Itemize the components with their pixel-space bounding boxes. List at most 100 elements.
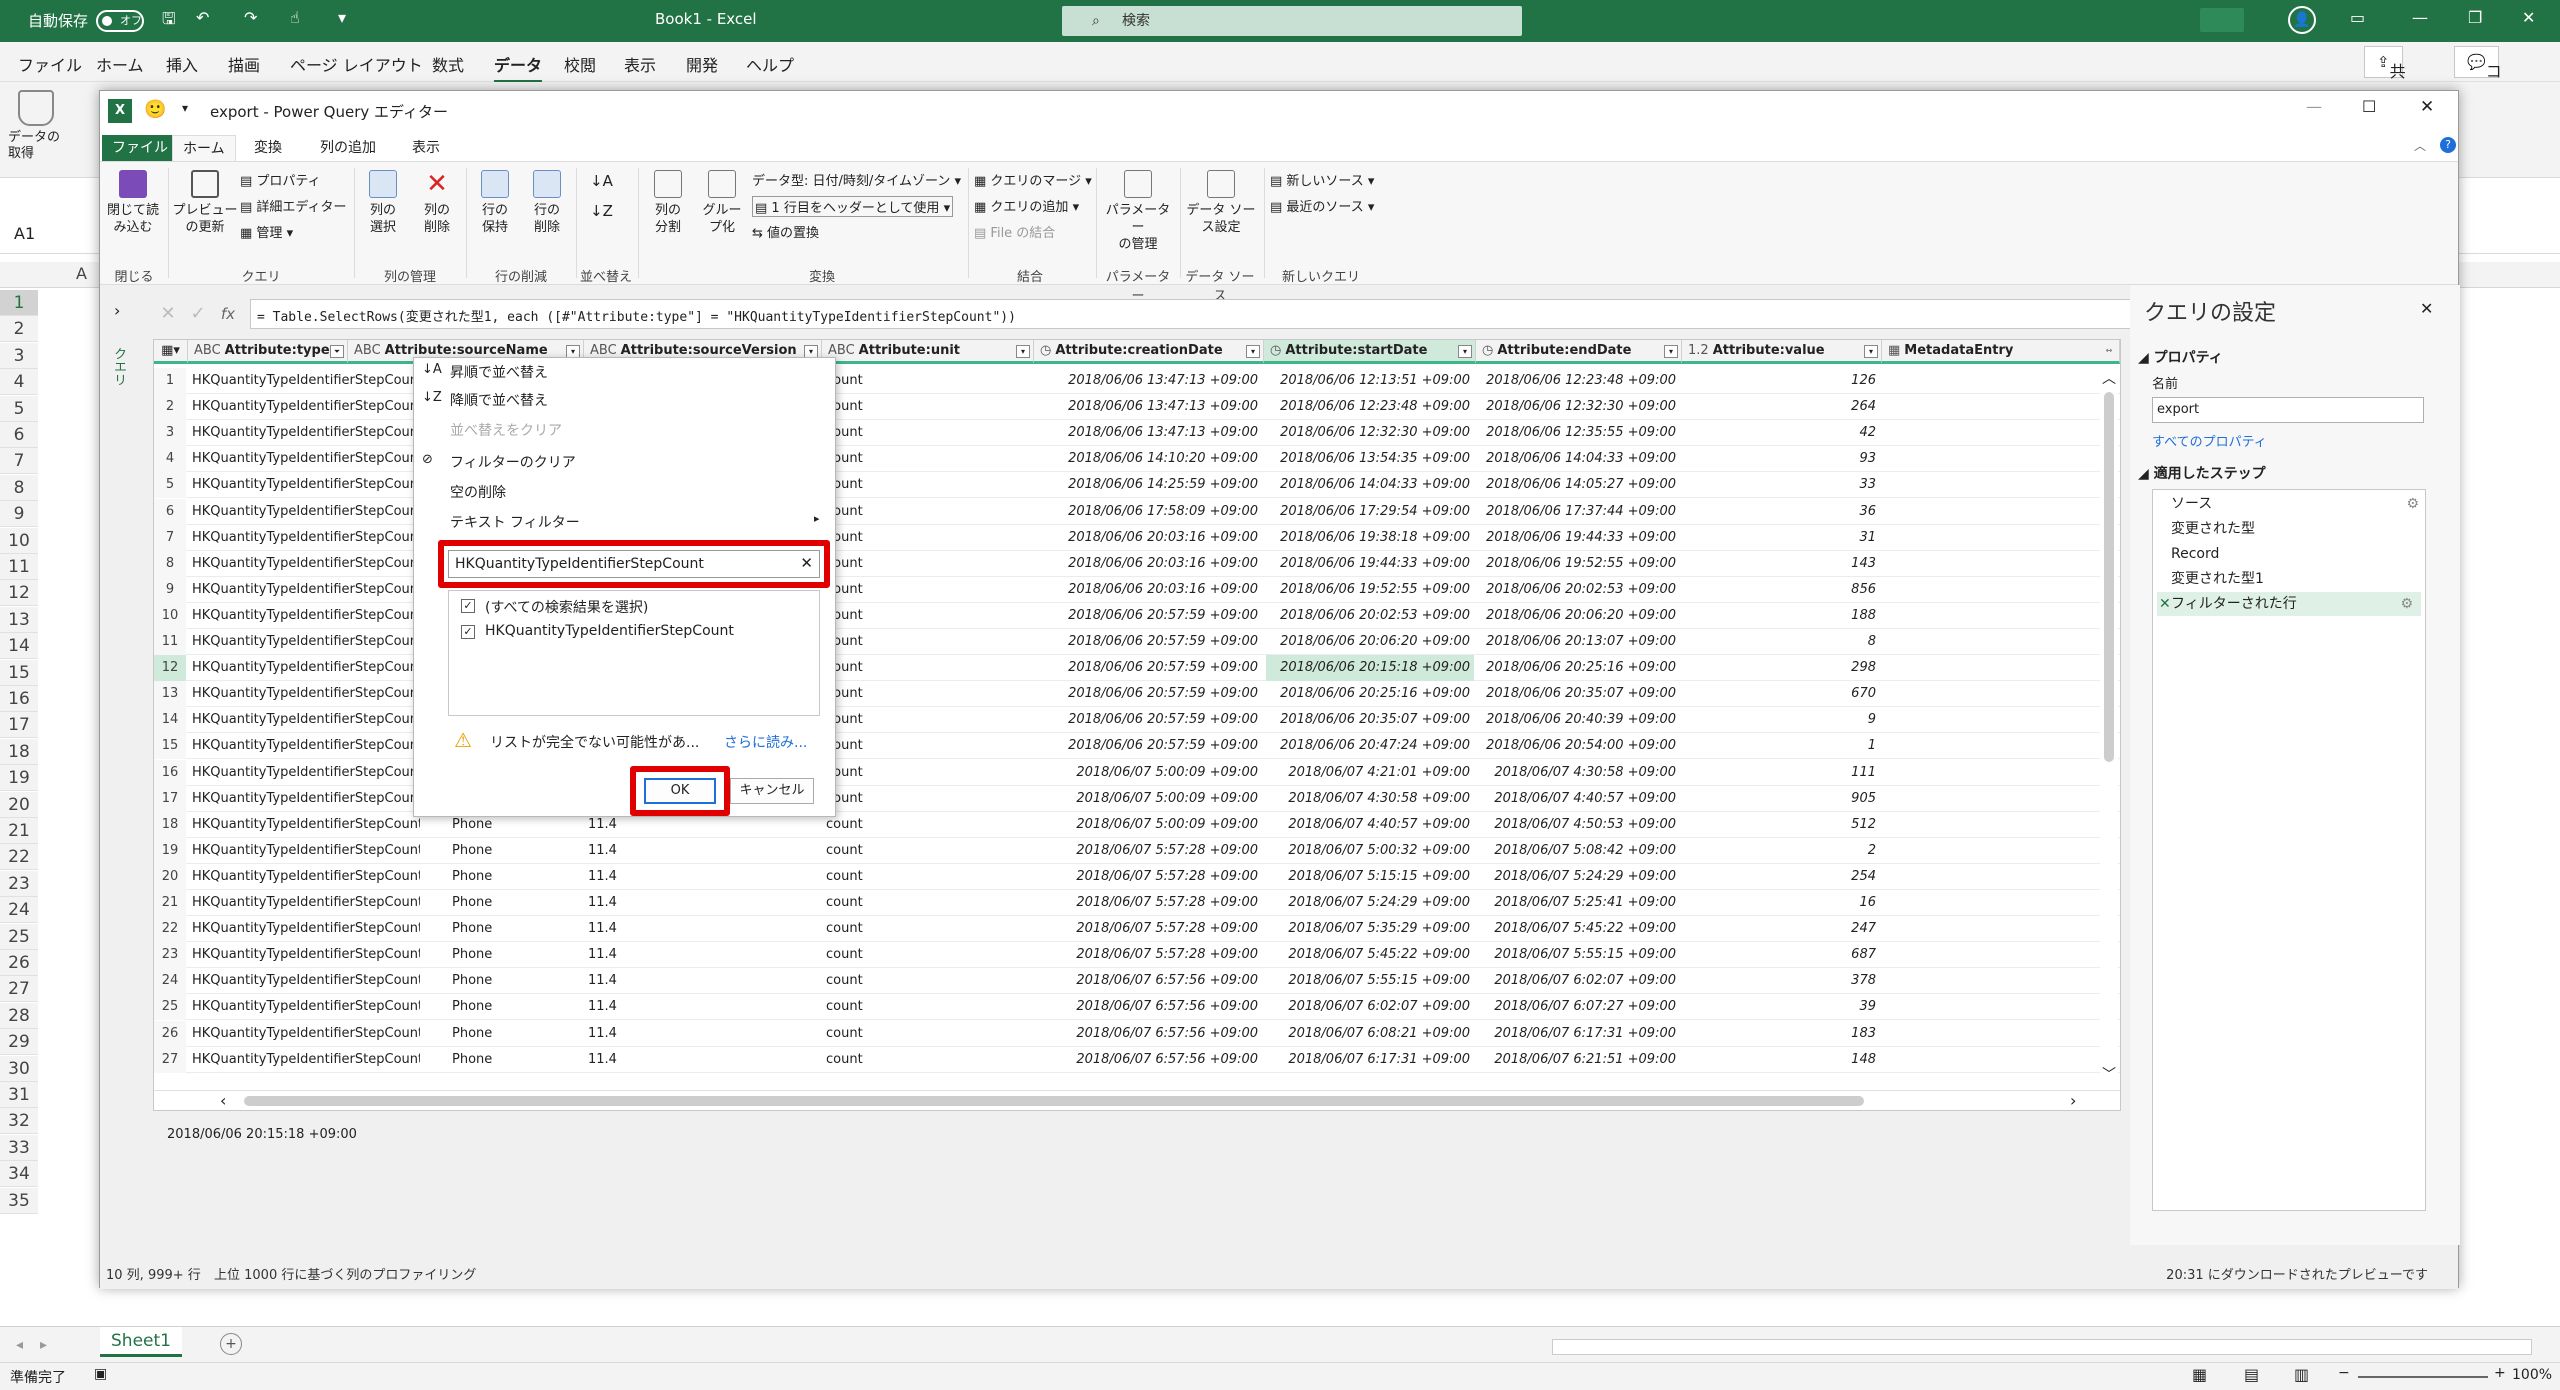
- cell-creation-date[interactable]: 2018/06/07 5:00:09 +09:00: [1036, 786, 1262, 812]
- cell-end-date[interactable]: 2018/06/07 6:07:27 +09:00: [1478, 994, 1680, 1020]
- customize-qat-icon[interactable]: ▾: [338, 8, 346, 27]
- tab-home[interactable]: ホーム: [172, 135, 236, 161]
- row-number[interactable]: 19: [154, 837, 186, 864]
- row-header[interactable]: 1: [0, 290, 38, 316]
- smiley-feedback-icon[interactable]: 🙂: [144, 99, 166, 120]
- group-by-button[interactable]: グルー プ化: [696, 170, 748, 236]
- cell-end-date[interactable]: 2018/06/06 20:25:16 +09:00: [1478, 655, 1680, 681]
- menu-review[interactable]: 校閲: [564, 52, 596, 76]
- cell-end-date[interactable]: 2018/06/06 14:05:27 +09:00: [1478, 472, 1680, 498]
- cell-value[interactable]: 905: [1684, 786, 1880, 812]
- cell-source-version[interactable]: 11.4: [586, 968, 816, 994]
- cell-start-date[interactable]: 2018/06/06 20:25:16 +09:00: [1266, 681, 1474, 707]
- cell-source-name[interactable]: Phone: [450, 1021, 580, 1047]
- first-row-header-button[interactable]: ▤ 1 行目をヘッダーとして使用 ▾: [752, 196, 954, 217]
- table-horizontal-scrollbar[interactable]: ‹ ›: [154, 1090, 2120, 1110]
- keep-rows-button[interactable]: 行の 保持: [470, 170, 520, 236]
- get-data-button[interactable]: データの 取得: [8, 130, 60, 162]
- row-number[interactable]: 12: [154, 655, 186, 682]
- cell-type[interactable]: HKQuantityTypeIdentifierStepCount: [190, 994, 420, 1020]
- cell-creation-date[interactable]: 2018/06/07 6:57:56 +09:00: [1036, 968, 1262, 994]
- properties-button[interactable]: ▤ プロパティ: [240, 170, 321, 189]
- row-number[interactable]: 2: [154, 394, 186, 421]
- split-column-button[interactable]: 列の 分割: [642, 170, 694, 236]
- cell-end-date[interactable]: 2018/06/06 19:44:33 +09:00: [1478, 525, 1680, 551]
- column-filter-dropdown-icon[interactable]: ▾: [1458, 345, 1472, 358]
- cancel-button[interactable]: キャンセル: [730, 778, 814, 804]
- h-scroll-thumb[interactable]: [244, 1096, 1864, 1106]
- cell-source-version[interactable]: 11.4: [586, 942, 816, 968]
- row-header[interactable]: 34: [0, 1161, 38, 1188]
- row-header[interactable]: 29: [0, 1029, 38, 1056]
- cell-type[interactable]: HKQuantityTypeIdentifierStepCount: [190, 760, 420, 786]
- cell-type[interactable]: HKQuantityTypeIdentifierStepCount: [190, 577, 420, 603]
- cell-end-date[interactable]: 2018/06/07 6:21:51 +09:00: [1478, 1047, 1680, 1073]
- horizontal-scrollbar[interactable]: [1552, 1339, 2532, 1355]
- tab-view[interactable]: 表示: [402, 135, 450, 161]
- menu-home[interactable]: ホーム: [96, 52, 144, 76]
- row-number[interactable]: 22: [154, 916, 186, 943]
- cell-start-date[interactable]: 2018/06/06 19:44:33 +09:00: [1266, 551, 1474, 577]
- cell-value[interactable]: 378: [1684, 968, 1880, 994]
- column-type-icon[interactable]: ◷: [1482, 343, 1493, 358]
- scroll-left-icon[interactable]: ‹: [220, 1091, 226, 1110]
- advanced-editor-button[interactable]: ▤ 詳細エディター: [240, 196, 347, 215]
- sheet-prev-icon[interactable]: ◂: [16, 1337, 23, 1353]
- row-number[interactable]: 1: [154, 368, 186, 394]
- row-header[interactable]: 28: [0, 1002, 38, 1029]
- cell-unit[interactable]: count: [824, 577, 1034, 603]
- cell-value[interactable]: 2: [1684, 838, 1880, 864]
- row-header[interactable]: 10: [0, 527, 38, 554]
- cell-source-name[interactable]: Phone: [450, 890, 580, 916]
- cell-source-name[interactable]: Phone: [450, 838, 580, 864]
- comment-button[interactable]: 💬 コメント: [2454, 46, 2502, 171]
- step-source[interactable]: ソース ⚙: [2167, 492, 2427, 516]
- cell-end-date[interactable]: 2018/06/07 5:08:42 +09:00: [1478, 838, 1680, 864]
- cell-unit[interactable]: count: [824, 968, 1034, 994]
- cell-type[interactable]: HKQuantityTypeIdentifierStepCount: [190, 733, 420, 759]
- zoom-in-icon[interactable]: +: [2494, 1365, 2506, 1381]
- cell-value[interactable]: 264: [1684, 394, 1880, 420]
- cell-value[interactable]: 39: [1684, 994, 1880, 1020]
- column-type-icon[interactable]: 1.2: [1688, 343, 1709, 358]
- table-row[interactable]: 24 HKQuantityTypeIdentifierStepCount Phone…: [154, 968, 2120, 995]
- cell-end-date[interactable]: 2018/06/06 20:06:20 +09:00: [1478, 603, 1680, 629]
- cell-end-date[interactable]: 2018/06/07 5:25:41 +09:00: [1478, 890, 1680, 916]
- sort-descending-button[interactable]: ↓Z: [590, 202, 613, 220]
- cell-unit[interactable]: count: [824, 446, 1034, 472]
- expand-column-icon[interactable]: ⇿: [2102, 345, 2116, 358]
- sort-ascending-item[interactable]: 昇順で並べ替え: [450, 362, 548, 382]
- add-sheet-icon[interactable]: +: [220, 1333, 242, 1355]
- row-header[interactable]: 22: [0, 844, 38, 871]
- row-number[interactable]: 15: [154, 733, 186, 760]
- cell-unit[interactable]: count: [824, 525, 1034, 551]
- menu-help[interactable]: ヘルプ: [746, 52, 794, 76]
- cell-unit[interactable]: count: [824, 499, 1034, 525]
- cell-creation-date[interactable]: 2018/06/07 5:57:28 +09:00: [1036, 838, 1262, 864]
- choose-columns-button[interactable]: 列の 選択: [358, 170, 408, 236]
- preview-refresh-button[interactable]: プレビュー の更新: [172, 170, 238, 236]
- col-end-date-header[interactable]: ◷ Attribute:endDate ▾: [1476, 340, 1682, 364]
- column-type-icon[interactable]: ABC: [828, 343, 855, 358]
- formula-bar[interactable]: = Table.SelectRows(変更された型1, each ([#"Att…: [250, 299, 2220, 329]
- row-header[interactable]: 6: [0, 422, 38, 448]
- cell-type[interactable]: HKQuantityTypeIdentifierStepCount: [190, 1021, 420, 1047]
- cell-type[interactable]: HKQuantityTypeIdentifierStepCount: [190, 446, 420, 472]
- cell-creation-date[interactable]: 2018/06/07 6:57:56 +09:00: [1036, 1021, 1262, 1047]
- menu-formulas[interactable]: 数式: [432, 52, 464, 76]
- clear-filter-item[interactable]: フィルターのクリア: [450, 452, 576, 472]
- cell-unit[interactable]: count: [824, 812, 1034, 838]
- cell-unit[interactable]: count: [824, 786, 1034, 812]
- cell-source-version[interactable]: 11.4: [586, 838, 816, 864]
- cell-start-date[interactable]: 2018/06/06 12:23:48 +09:00: [1266, 394, 1474, 420]
- cell-value[interactable]: 126: [1684, 368, 1880, 394]
- cell-value[interactable]: 36: [1684, 499, 1880, 525]
- row-header[interactable]: 9: [0, 501, 38, 528]
- combine-files-button[interactable]: ▤ File の結合: [974, 222, 1055, 241]
- cell-source-name[interactable]: Phone: [450, 968, 580, 994]
- tab-transform[interactable]: 変換: [244, 135, 292, 161]
- cell-creation-date[interactable]: 2018/06/07 5:57:28 +09:00: [1036, 916, 1262, 942]
- ribbon-display-icon[interactable]: ▭: [2350, 8, 2365, 27]
- cell-type[interactable]: HKQuantityTypeIdentifierStepCount: [190, 420, 420, 446]
- scroll-down-icon[interactable]: ﹀: [2102, 1064, 2116, 1084]
